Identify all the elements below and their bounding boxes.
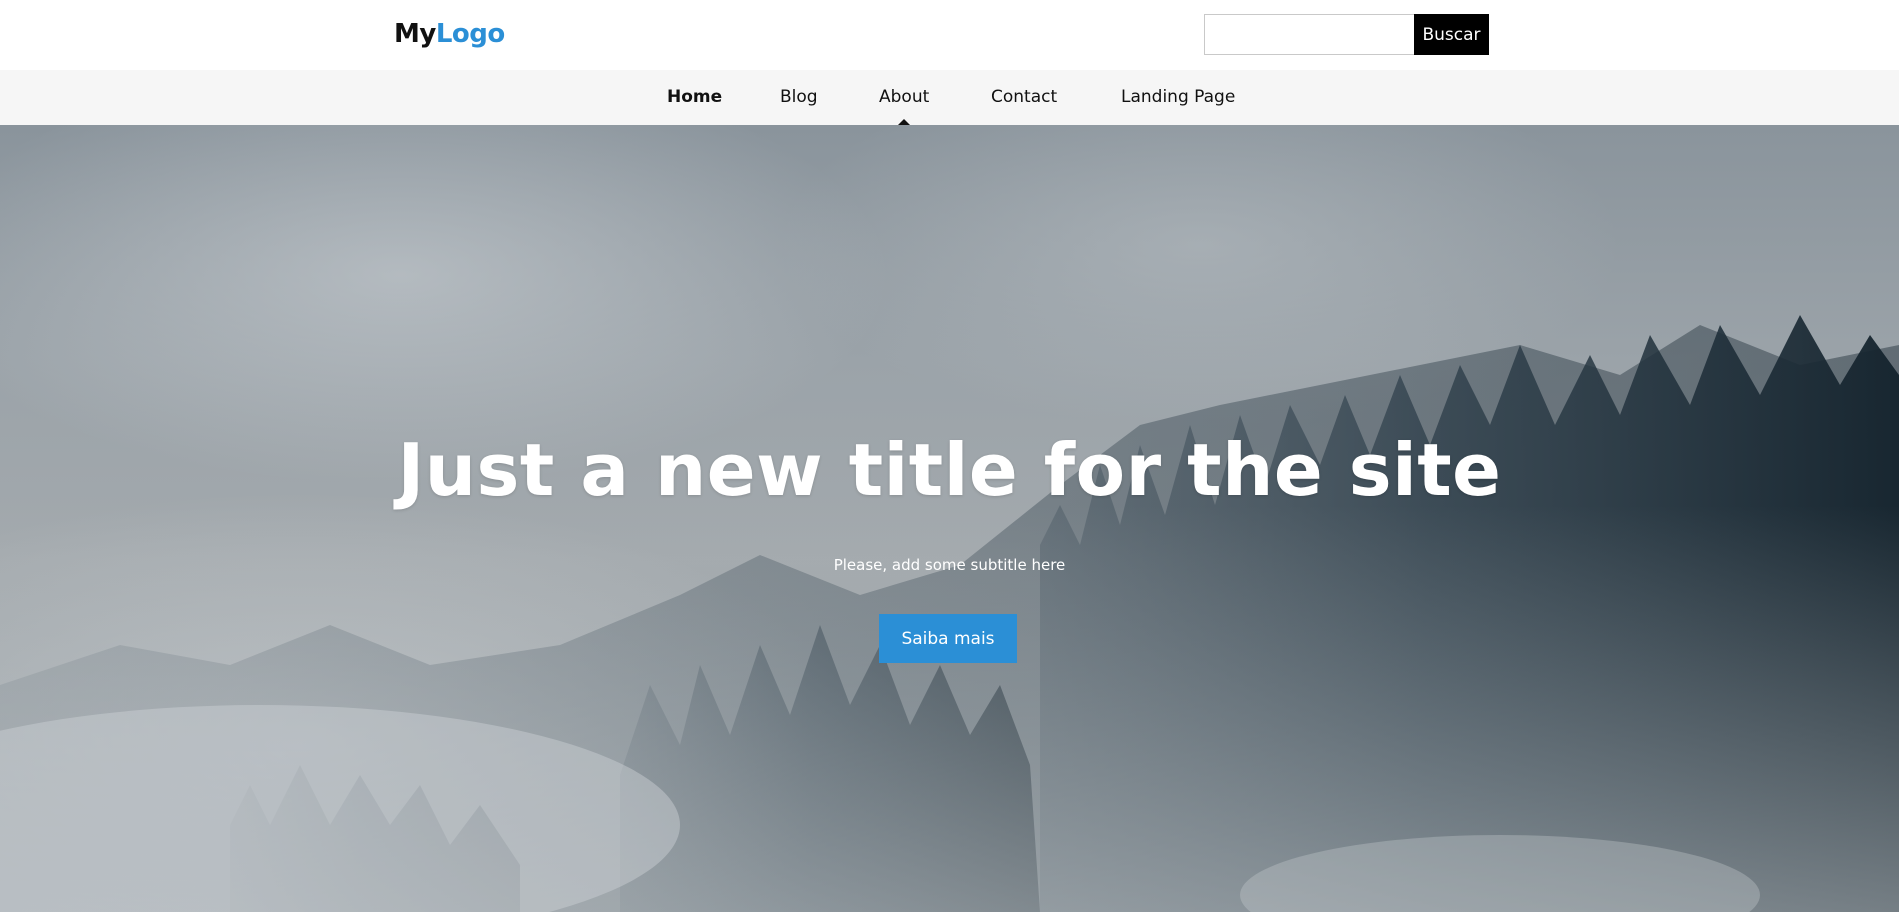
site-header: MyLogo Buscar [0,0,1899,70]
nav-item-contact[interactable]: Contact [991,70,1057,125]
search-button[interactable]: Buscar [1414,14,1489,55]
hero-title: Just a new title for the site [397,428,1502,512]
nav-item-blog[interactable]: Blog [780,70,818,125]
hero-background-image [0,315,1899,912]
logo-text-logo: Logo [435,19,505,49]
nav-item-landing-page[interactable]: Landing Page [1121,70,1235,125]
nav-item-about[interactable]: About [879,70,929,125]
nav-item-about-label: About [879,87,930,107]
site-logo[interactable]: MyLogo [394,17,505,51]
search-form: Buscar [1204,14,1489,55]
main-nav: Home Blog About Contact Landing Page [0,70,1899,125]
hero-section: Just a new title for the site Please, ad… [0,125,1899,912]
logo-text-my: My [394,19,436,49]
hero-subtitle: Please, add some subtitle here [833,556,1066,574]
nav-item-home[interactable]: Home [667,70,722,125]
saiba-mais-button[interactable]: Saiba mais [879,614,1017,663]
search-input[interactable] [1204,14,1414,55]
